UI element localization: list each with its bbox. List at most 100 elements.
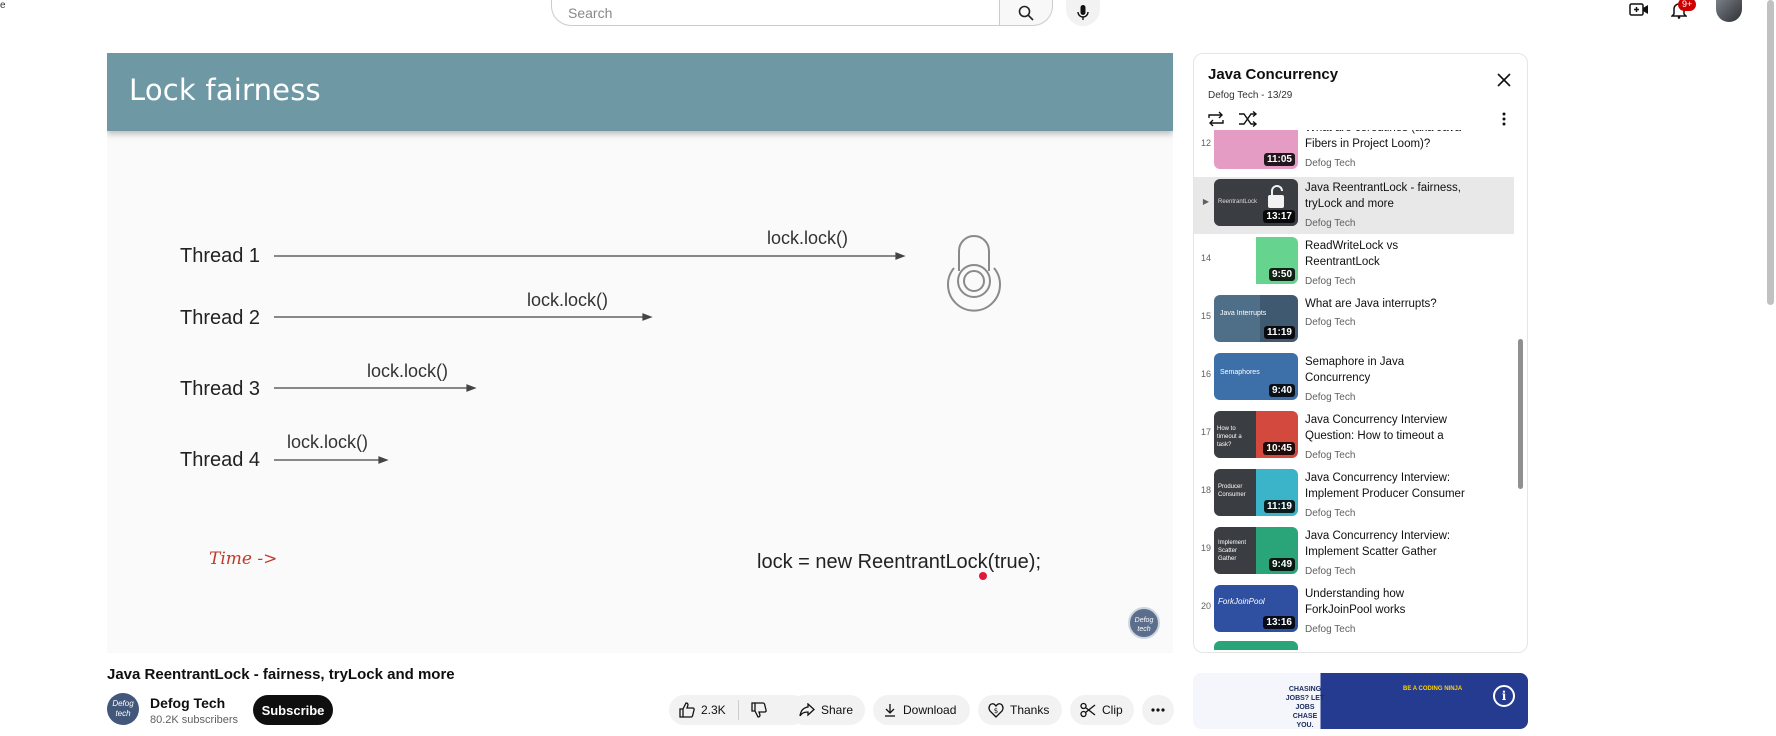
notification-count-badge: 9+ [1678,0,1697,11]
download-button[interactable]: Download [873,695,970,725]
channel-name-link[interactable]: Defog Tech [150,695,225,711]
open-padlock-icon [1268,185,1284,208]
playlist-item[interactable]: 18 Producer Consumer 11:19 Java Concurre… [1194,467,1514,523]
playlist-item-index: 17 [1200,427,1211,437]
video-duration: 13:17 [1263,210,1295,223]
playlist-item-channel[interactable]: Defog Tech [1305,508,1355,519]
ad-tagline: BE A CODING NINJA [1403,686,1463,692]
like-count[interactable]: 2.3K [701,703,726,717]
video-thumbnail[interactable]: ForkJoinPool 13:16 [1214,585,1298,632]
playlist-item-channel[interactable]: Defog Tech [1305,624,1355,635]
playlist-item-channel[interactable]: Defog Tech [1305,392,1355,403]
more-actions-button[interactable] [1142,695,1174,725]
playlist-item-channel[interactable]: Defog Tech [1305,158,1355,169]
playlist-item[interactable]: 14 9:50 ReadWriteLock vs ReentrantLock D… [1194,235,1514,291]
thanks-label: Thanks [1010,703,1050,717]
video-player[interactable]: Lock fairness Thread 1 Thread 2 Thread 3… [107,53,1173,653]
thumbnail-text: How to timeout a task? [1217,426,1242,448]
playlist-item-channel[interactable]: Defog Tech [1305,317,1355,328]
channel-avatar[interactable]: Defog tech [107,693,139,725]
playlist-item-title[interactable]: Semaphore in Java Concurrency [1305,354,1470,386]
loop-icon [1208,111,1224,127]
playlist-item-title[interactable]: Understanding how ForkJoinPool works [1305,586,1470,618]
thumbnail-text: Semaphores [1220,369,1260,376]
video-duration: 11:19 [1263,326,1295,339]
voice-search-button[interactable] [1066,0,1100,26]
playlist-item-title[interactable]: Java Concurrency Interview: Implement Pr… [1305,470,1470,502]
playlist-item-title[interactable]: Java Concurrency Interview: Implement Sc… [1305,528,1470,560]
youtube-watch-page: e Search 9+ Lock fairness Thread 1 Threa… [0,0,1776,736]
playlist-item-channel[interactable]: Defog Tech [1305,450,1355,461]
more-horizontal-icon [1151,708,1165,712]
search-input[interactable]: Search [551,0,1001,26]
playlist-item[interactable]: 19 Implement Scatter Gather 9:49 Java Co… [1194,525,1514,581]
create-video-button[interactable] [1629,0,1649,20]
thumbnail-text: Implement Scatter Gather [1218,540,1247,562]
subscriber-count: 80.2K subscribers [150,714,239,726]
playlist-item-index: 14 [1200,253,1211,263]
playlist-item-title[interactable]: Java ReentrantLock - fairness, tryLock a… [1305,180,1470,212]
playlist-panel: Java Concurrency Defog Tech - 13/29 12 1… [1193,53,1528,653]
loop-playlist-button[interactable] [1206,111,1226,132]
page-scrollbar[interactable] [1767,0,1774,305]
playlist-item-channel[interactable]: Defog Tech [1305,276,1355,287]
video-duration: 9:49 [1268,558,1295,571]
playlist-item-index: 16 [1200,369,1211,379]
download-icon [885,704,895,717]
playlist-item-title[interactable]: Java Concurrency Interview Question: How… [1305,412,1470,444]
video-thumbnail[interactable]: Java Interrupts 11:19 [1214,295,1298,342]
playlist-item-channel[interactable]: Defog Tech [1305,566,1355,577]
search-button[interactable] [999,0,1053,26]
video-thumbnail[interactable]: 9:50 [1214,237,1298,284]
playlist-item[interactable]: 12 11:05 What are coroutines (aka Java F… [1194,130,1514,176]
playlist-item-title[interactable]: ReadWriteLock vs ReentrantLock [1305,238,1470,270]
share-button[interactable]: Share [789,695,865,725]
account-avatar[interactable] [1716,0,1742,22]
thanks-button[interactable]: $ Thanks [978,695,1062,725]
playlist-item-current[interactable]: ▶ ReentrantLock 13:17 Java ReentrantLock… [1194,177,1514,234]
corner-logo-fragment: e [0,0,6,11]
playlist-item-index: 18 [1200,485,1211,495]
clip-button[interactable]: Clip [1070,695,1134,725]
video-duration: 13:16 [1263,616,1295,629]
now-playing-icon: ▶ [1202,197,1210,206]
video-thumbnail[interactable]: How to timeout a task? 10:45 [1214,411,1298,458]
thumbnail-text: ForkJoinPool [1218,597,1265,606]
playlist-scrollbar[interactable] [1518,339,1523,489]
video-duration: 9:40 [1268,384,1295,397]
channel-watermark[interactable]: Defog tech [1128,607,1160,639]
scissors-icon [1080,702,1096,718]
playlist-item[interactable]: 20 ForkJoinPool 13:16 Understanding how … [1194,583,1514,639]
microphone-icon [1077,5,1089,20]
playlist-item-title[interactable]: What are coroutines (aka Java Fibers in … [1305,130,1470,152]
cursor-pointer-dot [979,572,987,580]
playlist-item-channel[interactable]: Defog Tech [1305,218,1355,229]
playlist-subtitle: Defog Tech - 13/29 [1208,90,1293,101]
playlist-item-index: 12 [1200,138,1211,148]
video-thumbnail[interactable]: Producer Consumer 11:19 [1214,469,1298,516]
video-title: Java ReentrantLock - fairness, tryLock a… [107,666,455,683]
playlist-item[interactable]: 15 Java Interrupts 11:19 What are Java i… [1194,293,1514,349]
close-playlist-button[interactable] [1496,72,1512,93]
playlist-item[interactable]: 17 How to timeout a task? 10:45 Java Con… [1194,409,1514,465]
video-thumbnail[interactable]: 11:05 [1214,130,1298,169]
ad-info-button[interactable]: i [1493,685,1515,707]
video-thumbnail[interactable]: Semaphores 9:40 [1214,353,1298,400]
video-thumbnail[interactable]: ReentrantLock 13:17 [1214,179,1298,226]
thumbs-down-icon[interactable] [751,702,767,718]
close-icon [1497,73,1511,87]
playlist-menu-button[interactable] [1502,112,1506,131]
thumbnail-text: Producer Consumer [1218,484,1246,498]
next-item-thumbnail-peek [1214,641,1298,650]
divider [737,700,739,720]
video-duration: 11:05 [1263,153,1295,166]
subscribe-button[interactable]: Subscribe [253,695,333,725]
sponsored-banner[interactable]: CHASING JOBS? LET JOBS CHASE YOU. BE A C… [1193,673,1528,729]
playlist-title[interactable]: Java Concurrency [1208,66,1338,83]
playlist-item-title[interactable]: What are Java interrupts? [1305,296,1470,312]
video-thumbnail[interactable]: Implement Scatter Gather 9:49 [1214,527,1298,574]
clip-label: Clip [1102,703,1123,717]
playlist-item[interactable]: 16 Semaphores 9:40 Semaphore in Java Con… [1194,351,1514,407]
thumbs-up-icon[interactable] [679,702,695,718]
shuffle-playlist-button[interactable] [1238,110,1258,132]
